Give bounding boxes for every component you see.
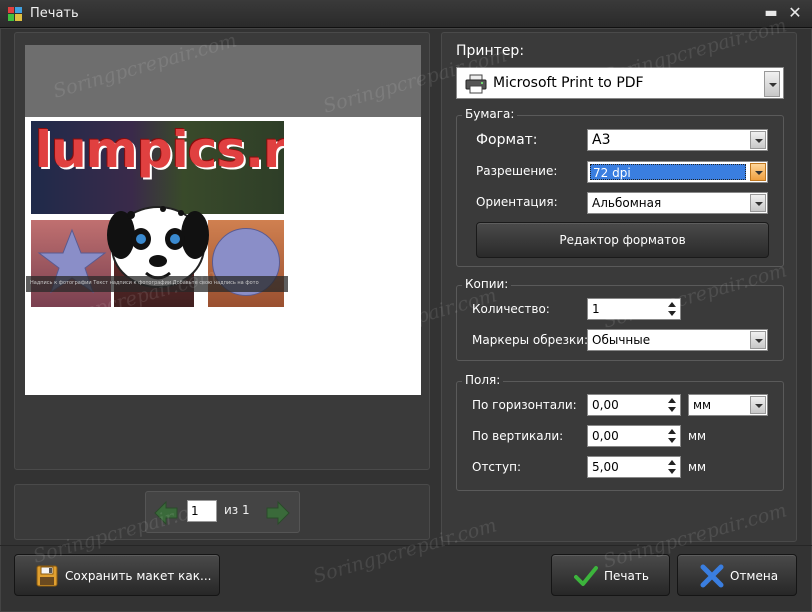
crop-marks-dropdown-icon[interactable] [750, 331, 766, 349]
horizontal-margin-value: 0,00 [592, 398, 619, 412]
format-select-value: A3 [592, 132, 611, 148]
indent-spinner-icon[interactable] [666, 458, 678, 476]
floppy-disk-icon [36, 565, 58, 587]
cancel-button[interactable]: Отмена [677, 554, 797, 596]
printer-select[interactable]: Microsoft Print to PDF [456, 67, 784, 99]
next-page-arrow-icon[interactable] [263, 498, 293, 528]
resolution-dropdown-icon[interactable] [750, 163, 766, 181]
crop-marks-value: Обычные [592, 333, 651, 347]
format-select[interactable]: A3 [587, 129, 768, 151]
format-editor-button[interactable]: Редактор форматов [476, 222, 769, 258]
vertical-margin-label: По вертикали: [472, 429, 564, 443]
orientation-select-value: Альбомная [592, 196, 662, 210]
page-number-input[interactable] [187, 500, 217, 522]
checkmark-icon [574, 566, 598, 586]
resolution-select[interactable]: 72 dpi [587, 161, 768, 183]
vertical-margin-stepper[interactable]: 0,00 [587, 425, 681, 447]
units-select[interactable]: мм [688, 394, 768, 416]
vertical-unit-label: мм [688, 429, 707, 443]
footer-divider [0, 545, 812, 546]
resolution-label: Разрешение: [476, 164, 558, 178]
close-button[interactable]: ✕ [786, 4, 804, 22]
crop-marks-label: Маркеры обрезки: [472, 333, 589, 347]
margins-group-title: Поля: [462, 373, 504, 387]
print-button[interactable]: Печать [551, 554, 670, 596]
units-dropdown-icon[interactable] [750, 396, 766, 414]
indent-value: 5,00 [592, 460, 619, 474]
save-layout-label: Сохранить макет как... [65, 569, 212, 583]
page-count-label: из 1 [224, 503, 250, 517]
title-bar: Печать ▬ ✕ [0, 0, 812, 28]
minimize-button[interactable]: ▬ [762, 4, 780, 22]
printer-icon [465, 74, 487, 94]
preview-caption: Надпись к фотографии Текст надписи к фот… [30, 280, 259, 286]
cancel-label: Отмена [730, 569, 779, 583]
app-icon [8, 7, 22, 21]
format-dropdown-icon[interactable] [750, 131, 766, 149]
format-label: Формат: [476, 132, 538, 148]
crop-marks-select[interactable]: Обычные [587, 329, 768, 351]
resolution-selection: 72 dpi [590, 164, 746, 180]
horizontal-spinner-icon[interactable] [666, 396, 678, 414]
orientation-dropdown-icon[interactable] [750, 194, 766, 212]
printer-select-value: Microsoft Print to PDF [493, 75, 644, 91]
indent-stepper[interactable]: 5,00 [587, 456, 681, 478]
indent-unit-label: мм [688, 460, 707, 474]
vertical-margin-value: 0,00 [592, 429, 619, 443]
vertical-spinner-icon[interactable] [666, 427, 678, 445]
cross-icon [700, 564, 724, 588]
indent-label: Отступ: [472, 460, 522, 474]
copies-spinner-icon[interactable] [666, 300, 678, 318]
prev-page-arrow-icon[interactable] [151, 498, 181, 528]
units-select-value: мм [693, 398, 712, 412]
print-label: Печать [604, 569, 649, 583]
preview-caption-strip: Надпись к фотографии Текст надписи к фот… [26, 276, 288, 292]
printer-dropdown-icon[interactable] [764, 71, 780, 97]
horizontal-margin-label: По горизонтали: [472, 398, 577, 412]
window-title: Печать [30, 6, 79, 21]
orientation-select[interactable]: Альбомная [587, 192, 768, 214]
resolution-select-value: 72 dpi [593, 166, 631, 180]
horizontal-margin-stepper[interactable]: 0,00 [587, 394, 681, 416]
copies-count-stepper[interactable]: 1 [587, 298, 681, 320]
copies-count-label: Количество: [472, 302, 550, 316]
orientation-label: Ориентация: [476, 195, 558, 209]
copies-group-title: Копии: [462, 277, 512, 291]
save-layout-button[interactable]: Сохранить макет как... [14, 554, 220, 596]
paper-group-title: Бумага: [462, 107, 518, 121]
banner-logo-text: lumpics.ru [35, 121, 284, 179]
printer-label: Принтер: [456, 43, 525, 59]
copies-count-value: 1 [592, 302, 600, 316]
